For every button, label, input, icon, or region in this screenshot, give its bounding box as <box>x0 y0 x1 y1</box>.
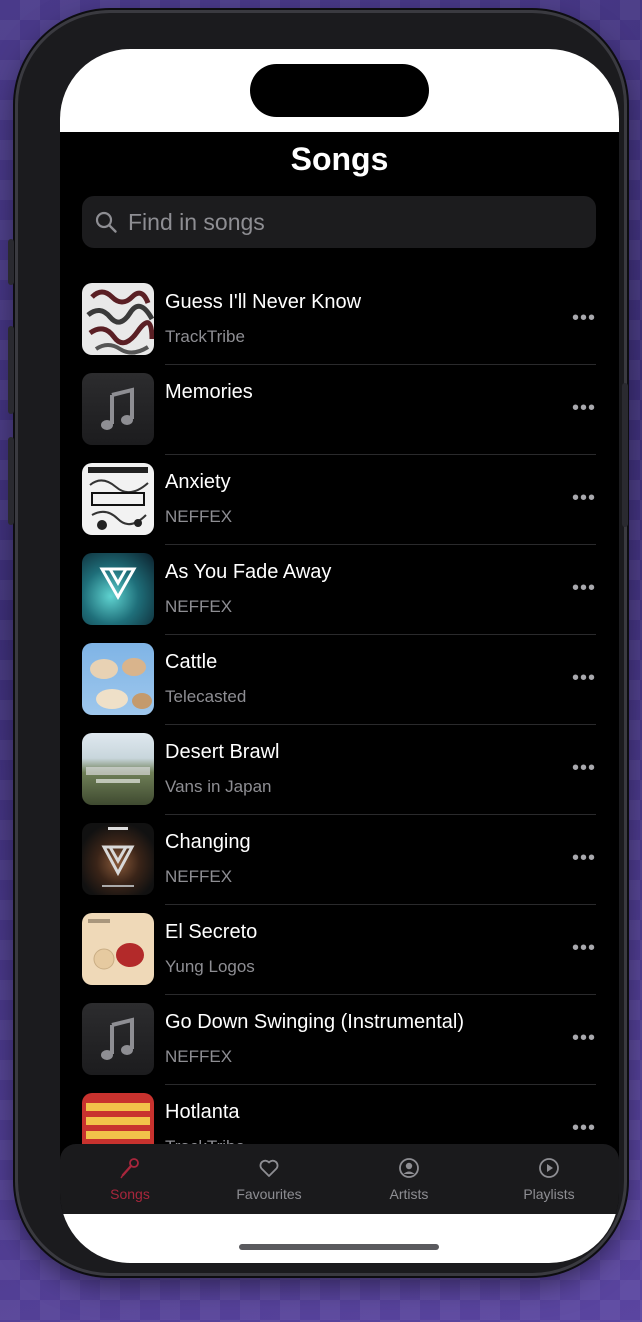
song-artist: Telecasted <box>165 687 247 706</box>
more-options-icon[interactable]: ••• <box>572 757 596 780</box>
play-circle-icon <box>539 1158 559 1178</box>
person-circle-icon <box>399 1158 419 1178</box>
song-row[interactable]: Desert Brawl Vans in Japan ••• <box>60 725 619 815</box>
music-note-icon <box>101 1017 134 1060</box>
album-art <box>82 733 154 805</box>
song-title: Changing <box>165 831 251 853</box>
tab-label: Artists <box>389 1186 429 1202</box>
search-placeholder: Find in songs <box>128 208 265 235</box>
microphone-icon <box>120 1158 139 1179</box>
song-row[interactable]: Memories ••• <box>60 365 619 455</box>
tab-label: Songs <box>110 1186 150 1202</box>
song-title: Guess I'll Never Know <box>165 291 362 313</box>
song-artist: Yung Logos <box>165 957 255 976</box>
tab-playlists[interactable]: Playlists <box>479 1156 619 1202</box>
more-options-icon[interactable]: ••• <box>572 487 596 510</box>
song-artist: TrackTribe <box>165 327 245 346</box>
tab-favourites[interactable]: Favourites <box>199 1156 339 1202</box>
phone-frame: Songs Find in songs Guess I'll Never Kno… <box>8 13 628 1273</box>
album-art <box>82 913 154 985</box>
tab-label: Playlists <box>523 1186 575 1202</box>
album-art-placeholder <box>82 1003 154 1075</box>
song-title: Memories <box>165 381 253 403</box>
song-title: Go Down Swinging (Instrumental) <box>165 1011 465 1033</box>
album-art <box>82 283 154 355</box>
song-row[interactable]: Cattle Telecasted ••• <box>60 635 619 725</box>
album-art-placeholder <box>82 373 154 445</box>
more-options-icon[interactable]: ••• <box>572 667 596 690</box>
more-options-icon[interactable]: ••• <box>572 1117 596 1140</box>
action-button <box>8 239 14 285</box>
tab-bar: Songs Favourites Artists Playlists <box>60 1144 619 1214</box>
volume-down-button <box>8 437 14 525</box>
song-row[interactable]: Guess I'll Never Know TrackTribe ••• <box>60 275 619 365</box>
more-options-icon[interactable]: ••• <box>572 1027 596 1050</box>
song-title: Cattle <box>165 651 218 673</box>
more-options-icon[interactable]: ••• <box>572 937 596 960</box>
song-row[interactable]: As You Fade Away NEFFEX ••• <box>60 545 619 635</box>
search-field[interactable]: Find in songs <box>82 196 596 248</box>
side-button <box>622 383 628 527</box>
song-title: El Secreto <box>165 921 258 943</box>
album-art <box>82 643 154 715</box>
tab-artists[interactable]: Artists <box>339 1156 479 1202</box>
more-options-icon[interactable]: ••• <box>572 847 596 870</box>
song-row[interactable]: Go Down Swinging (Instrumental) NEFFEX •… <box>60 995 619 1085</box>
song-artist: NEFFEX <box>165 867 233 886</box>
song-artist: NEFFEX <box>165 1047 233 1066</box>
more-options-icon[interactable]: ••• <box>572 307 596 330</box>
screen: Songs Find in songs Guess I'll Never Kno… <box>60 49 619 1263</box>
tab-songs[interactable]: Songs <box>60 1156 200 1202</box>
song-row[interactable]: Changing NEFFEX ••• <box>60 815 619 905</box>
song-row[interactable]: Anxiety NEFFEX ••• <box>60 455 619 545</box>
song-title: As You Fade Away <box>165 561 332 583</box>
home-indicator[interactable] <box>239 1244 439 1250</box>
volume-up-button <box>8 326 14 414</box>
heart-icon <box>259 1159 279 1177</box>
home-indicator-area <box>60 1214 619 1263</box>
song-title: Hotlanta <box>165 1101 240 1123</box>
song-title: Anxiety <box>165 471 231 493</box>
music-note-icon <box>101 387 134 430</box>
song-artist: NEFFEX <box>165 597 233 616</box>
more-options-icon[interactable]: ••• <box>572 577 596 600</box>
more-options-icon[interactable]: ••• <box>572 397 596 420</box>
search-icon <box>95 211 117 233</box>
album-art <box>82 823 154 895</box>
album-art <box>82 553 154 625</box>
song-list: Guess I'll Never Know TrackTribe ••• Mem… <box>60 275 619 1175</box>
song-artist: Vans in Japan <box>165 777 272 796</box>
dynamic-island <box>250 64 429 117</box>
song-artist: NEFFEX <box>165 507 233 526</box>
album-art <box>82 463 154 535</box>
song-title: Desert Brawl <box>165 741 280 763</box>
song-row[interactable]: El Secreto Yung Logos ••• <box>60 905 619 995</box>
page-title: Songs <box>290 141 389 177</box>
tab-label: Favourites <box>236 1186 302 1202</box>
